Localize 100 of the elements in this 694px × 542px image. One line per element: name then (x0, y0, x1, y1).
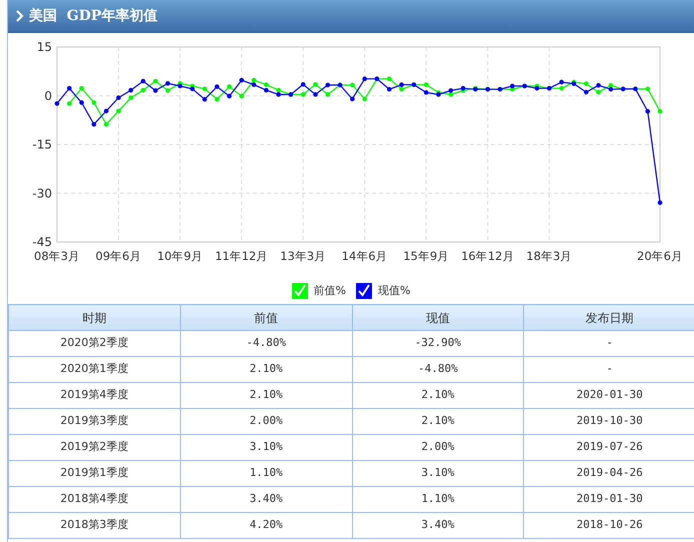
x-tick-label: 11年12月 (214, 249, 268, 263)
point (226, 94, 232, 98)
table-cell: 2019第4季度 (8, 382, 180, 408)
table-cell: 2.10% (180, 382, 352, 408)
table-cell: 2.00% (352, 434, 524, 460)
table-cell: -4.80% (352, 356, 524, 382)
table-cell: 3.10% (180, 434, 352, 460)
y-tick-label: -15 (32, 138, 52, 152)
panel-title: 美国 GDP年率初值 (29, 6, 158, 26)
column-header: 前值 (180, 304, 352, 330)
x-tick-label: 18年3月 (526, 249, 572, 263)
point (386, 86, 392, 92)
x-tick-label: 15年9月 (403, 249, 450, 263)
point (559, 86, 564, 91)
column-header: 现值 (352, 304, 524, 330)
point (79, 86, 84, 91)
point (596, 83, 601, 88)
point (584, 90, 588, 94)
point (79, 100, 84, 105)
point (252, 82, 256, 87)
point (153, 88, 158, 93)
table-cell: 2020第2季度 (8, 330, 180, 356)
point (313, 82, 318, 87)
point (645, 86, 650, 92)
point (424, 82, 428, 87)
table-cell: 4.20% (180, 512, 352, 538)
point (350, 96, 355, 102)
x-tick-label: 08年3月 (34, 249, 80, 263)
legend-label: 现值% (378, 282, 410, 299)
point (67, 101, 72, 106)
point (300, 82, 306, 87)
point (202, 97, 207, 102)
point (264, 82, 269, 87)
point (362, 96, 367, 102)
x-tick-label: 13年3月 (280, 249, 326, 263)
point (140, 88, 146, 93)
point (54, 101, 60, 106)
x-tick-label: 16年12月 (461, 249, 514, 263)
y-tick-label: 0 (44, 88, 52, 103)
y-tick-label: 15 (36, 40, 52, 54)
point (313, 92, 318, 97)
point (596, 90, 601, 94)
point (559, 80, 564, 84)
point (276, 92, 281, 97)
table-cell: -32.90% (352, 330, 524, 356)
table-cell: 2019第1季度 (8, 460, 180, 486)
point (153, 78, 158, 84)
table-cell: 1.10% (180, 460, 352, 486)
point (645, 109, 650, 114)
table-cell: -4.80% (180, 330, 352, 356)
point (386, 76, 392, 82)
point (239, 94, 244, 98)
point (608, 83, 614, 88)
point (264, 88, 269, 93)
point (448, 88, 454, 93)
point (165, 88, 170, 93)
point (214, 84, 220, 89)
table-cell: 2.10% (352, 382, 524, 408)
table-cell: 2019第2季度 (8, 434, 180, 460)
point (140, 78, 146, 84)
column-header: 发布日期 (524, 304, 694, 330)
point (608, 86, 614, 92)
legend-label: 前值% (314, 282, 346, 299)
point (67, 86, 72, 91)
table-cell: 2.10% (352, 408, 524, 434)
point (362, 76, 367, 82)
table-cell: 3.10% (352, 460, 524, 486)
point (399, 82, 404, 87)
point (226, 84, 232, 89)
column-header: 时期 (8, 304, 180, 330)
point (276, 88, 281, 93)
point (424, 90, 428, 95)
table-cell: 2018第3季度 (8, 512, 180, 538)
point (399, 86, 404, 92)
x-tick-label: 20年6月 (637, 249, 683, 263)
chevron-icon (16, 10, 24, 22)
y-tick-label: -45 (32, 235, 52, 249)
point (116, 95, 121, 100)
x-tick-label: 14年6月 (342, 249, 388, 263)
point (92, 100, 96, 105)
point (325, 82, 330, 88)
table-cell: 2019第3季度 (8, 408, 180, 434)
point (92, 122, 96, 127)
table-cell: 2020第1季度 (8, 356, 180, 382)
table-cell: 3.40% (180, 486, 352, 512)
table-cell: 2.00% (180, 408, 352, 434)
point (202, 86, 207, 92)
table-cell: 2.10% (180, 356, 352, 382)
point (239, 78, 244, 82)
point (178, 84, 182, 88)
y-tick-label: -30 (32, 186, 52, 200)
x-tick-label: 10年9月 (157, 249, 204, 263)
point (165, 81, 170, 86)
point (128, 95, 134, 100)
point (128, 88, 134, 93)
x-tick-label: 09年6月 (96, 249, 142, 263)
table-cell: 1.10% (352, 486, 524, 512)
point (300, 92, 306, 97)
legend-checkbox[interactable] (356, 283, 372, 299)
point (534, 86, 540, 91)
